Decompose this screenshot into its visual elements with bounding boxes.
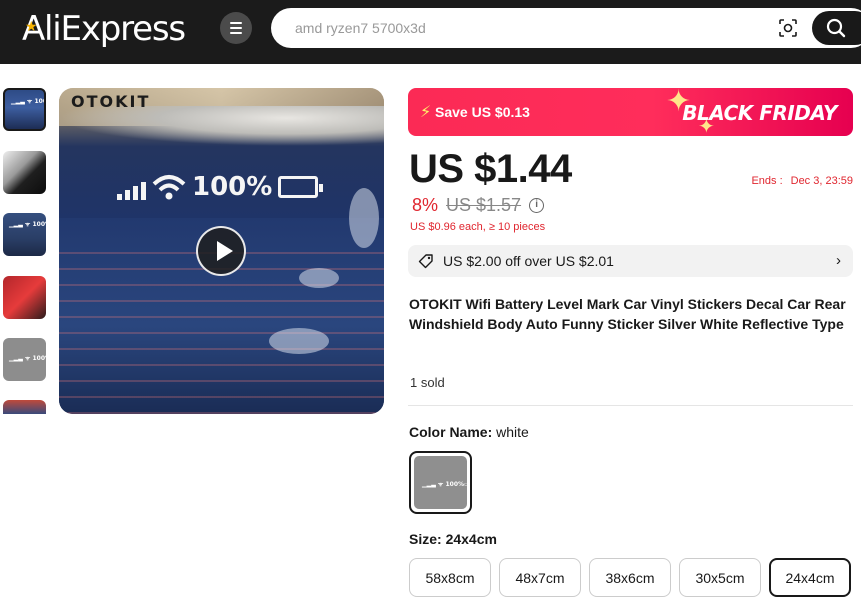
menu-icon: [230, 22, 242, 24]
thumbnail-decal: ▁▂▃ ᯤ 100%: [11, 98, 44, 105]
info-icon[interactable]: i: [529, 198, 545, 213]
play-video-button[interactable]: [196, 226, 246, 276]
thumbnail-6[interactable]: [3, 400, 46, 414]
coupon-row[interactable]: US $2.00 off over US $2.01 ›: [408, 245, 853, 277]
signal-bars-icon: [117, 182, 146, 200]
coupon-text: US $2.00 off over US $2.01: [443, 253, 614, 269]
search-bar: [271, 8, 861, 48]
decal-percentage: 100%: [192, 172, 273, 202]
black-friday-label: BLACK FRIDAY: [682, 101, 837, 125]
divider: [408, 405, 853, 406]
search-icon: [826, 18, 846, 38]
lightning-icon: ⚡: [420, 104, 432, 121]
size-label: Size: 24x4cm: [409, 531, 497, 547]
original-price: US $1.57: [446, 195, 522, 215]
size-value: 24x4cm: [445, 531, 497, 547]
bulk-price: US $0.96 each, ≥ 10 pieces: [410, 221, 546, 233]
top-header: ★ AliExpress: [0, 0, 861, 64]
aliexpress-logo[interactable]: ★ AliExpress: [22, 9, 186, 49]
size-option-48x7cm[interactable]: 48x7cm: [499, 558, 581, 597]
current-price: US $1.44: [409, 147, 572, 191]
main-product-image[interactable]: OTOKIT 100%: [59, 88, 384, 414]
size-option-24x4cm[interactable]: 24x4cm: [769, 558, 851, 597]
menu-button[interactable]: [220, 12, 252, 44]
size-option-58x8cm[interactable]: 58x8cm: [409, 558, 491, 597]
ends-date: Dec 3, 23:59: [790, 175, 853, 187]
ends-label: Ends :: [751, 175, 783, 187]
thumbnail-4[interactable]: [3, 276, 46, 319]
promo-banner: ⚡ Save US $0.13 ✦ ✦ BLACK FRIDAY: [408, 88, 853, 136]
battery-icon: [278, 176, 324, 198]
thumbnail-2[interactable]: [3, 151, 46, 194]
decal-graphic: 100%: [117, 172, 324, 202]
discount-percent: 8%: [412, 195, 439, 215]
logo-text: AliExpress: [22, 9, 186, 49]
sale-ends: Ends : Dec 3, 23:59: [751, 175, 853, 187]
search-button[interactable]: [812, 11, 861, 45]
color-value: white: [496, 424, 529, 440]
thumbnail-3[interactable]: ▁▂▃ ᯤ 100%: [3, 213, 46, 256]
size-label-key: Size:: [409, 531, 442, 547]
sold-count: 1 sold: [410, 375, 445, 390]
size-options: 58x8cm 48x7cm 38x6cm 30x5cm 24x4cm: [409, 558, 851, 597]
thumbnail-5[interactable]: ▁▂▃ ᯤ 100%: [3, 338, 46, 381]
logo-star-icon: ★: [25, 18, 38, 34]
search-input[interactable]: [295, 8, 765, 48]
color-label: Color Name: white: [409, 424, 529, 440]
image-search-icon[interactable]: [778, 18, 798, 38]
product-title: OTOKIT Wifi Battery Level Mark Car Vinyl…: [409, 296, 846, 332]
brand-watermark: OTOKIT: [71, 92, 151, 111]
thumbnail-1[interactable]: ▁▂▃ ᯤ 100%: [3, 88, 46, 131]
save-amount: Save US $0.13: [435, 104, 530, 120]
size-option-30x5cm[interactable]: 30x5cm: [679, 558, 761, 597]
size-option-38x6cm[interactable]: 38x6cm: [589, 558, 671, 597]
discount-line: 8% US $1.57 i: [412, 195, 545, 216]
color-swatch-white[interactable]: ▁▂▃ ᯤ 100%▭: [409, 451, 472, 514]
coupon-tag-icon: [418, 254, 433, 269]
chevron-right-icon: ›: [836, 252, 841, 269]
wifi-icon: [152, 175, 186, 200]
color-label-key: Color Name:: [409, 424, 493, 440]
